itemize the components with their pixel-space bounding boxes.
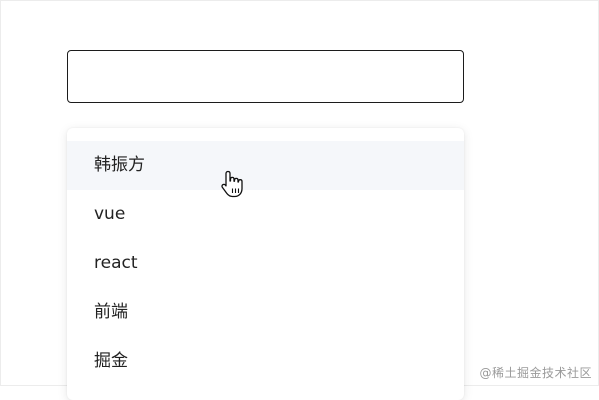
- pointer-hand-icon: [221, 170, 243, 198]
- suggestion-list: 韩振方 vue react 前端 掘金: [67, 128, 464, 386]
- suggestion-item[interactable]: vue: [67, 190, 464, 239]
- suggestion-item[interactable]: 前端: [67, 288, 464, 337]
- suggestion-dropdown: 韩振方 vue react 前端 掘金: [67, 128, 464, 400]
- autocomplete-input[interactable]: [67, 50, 464, 103]
- suggestion-item[interactable]: react: [67, 239, 464, 288]
- suggestion-item[interactable]: 掘金: [67, 337, 464, 386]
- suggestion-item[interactable]: 韩振方: [67, 141, 464, 190]
- watermark-text: @稀土掘金技术社区: [479, 366, 592, 380]
